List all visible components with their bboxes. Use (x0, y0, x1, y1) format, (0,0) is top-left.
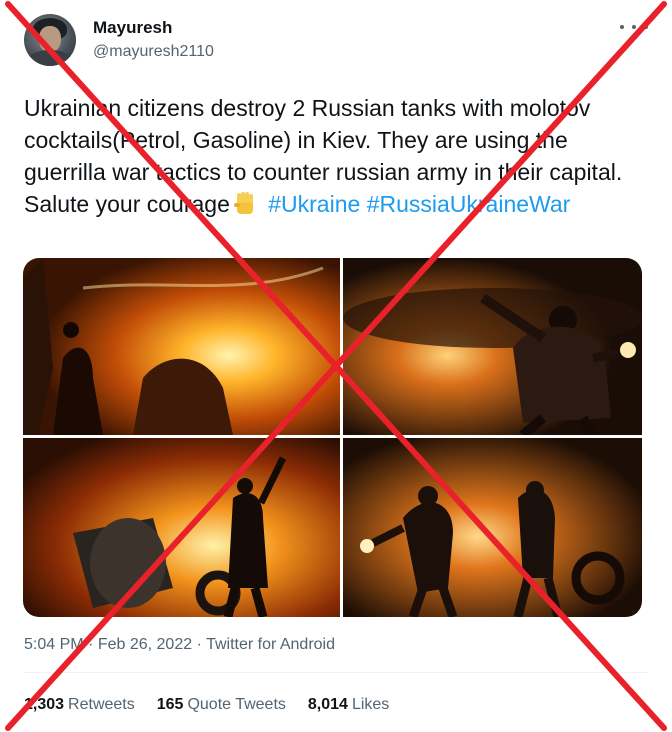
avatar[interactable] (24, 14, 76, 66)
retweets-count: 1,303 (24, 696, 65, 713)
hashtag-russia-ukraine-war[interactable]: #RussiaUkraineWar (367, 191, 571, 217)
avatar-shoulders (26, 50, 74, 66)
tweet-date[interactable]: Feb 26, 2022 (98, 636, 192, 653)
tweet-card: Mayuresh @mayuresh2110 Ukrainian citizen… (0, 0, 672, 732)
likes-count: 8,014 (307, 696, 348, 713)
tweet-time[interactable]: 5:04 PM (24, 636, 84, 653)
raised-fist-icon (233, 192, 253, 214)
photo-4-image (343, 438, 642, 617)
engagement-stats: 1,303 Retweets 165 Quote Tweets 8,014 Likes (24, 696, 389, 714)
photo-2-image (343, 258, 642, 435)
display-name[interactable]: Mayuresh (93, 18, 172, 38)
media-grid (23, 258, 642, 617)
avatar-face (39, 26, 61, 52)
meta-separator: · (88, 636, 94, 653)
quote-tweets-stat[interactable]: 165 Quote Tweets (157, 696, 286, 714)
photo-1-image (23, 258, 340, 435)
photo-3[interactable] (23, 438, 340, 617)
photo-4[interactable] (343, 438, 642, 617)
more-options-icon[interactable] (620, 18, 648, 36)
tweet-source[interactable]: Twitter for Android (206, 636, 335, 653)
user-handle[interactable]: @mayuresh2110 (93, 43, 214, 61)
tweet-text: Ukrainian citizens destroy 2 Russian tan… (24, 92, 644, 220)
retweets-stat[interactable]: 1,303 Retweets (24, 696, 135, 714)
hashtag-ukraine[interactable]: #Ukraine (268, 191, 360, 217)
likes-stat[interactable]: 8,014 Likes (308, 696, 389, 714)
quote-tweets-count: 165 (156, 696, 184, 713)
meta-separator-2: · (196, 636, 202, 653)
photo-1[interactable] (23, 258, 340, 435)
photo-3-image (23, 438, 340, 617)
quote-tweets-label: Quote Tweets (187, 696, 286, 713)
tweet-meta: 5:04 PM · Feb 26, 2022 · Twitter for And… (24, 636, 335, 654)
retweets-label: Retweets (68, 696, 135, 713)
divider (24, 672, 648, 673)
photo-2[interactable] (343, 258, 642, 435)
likes-label: Likes (351, 696, 390, 713)
